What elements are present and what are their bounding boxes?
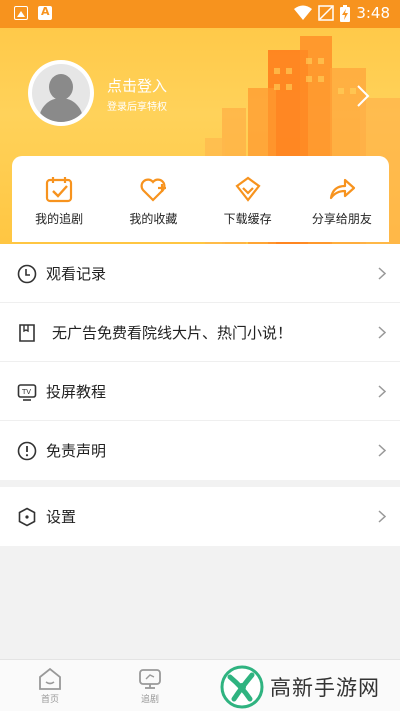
- chevron-right-icon: [378, 444, 386, 457]
- document-icon: [19, 324, 35, 342]
- menu-item-disclaimer[interactable]: 免责声明: [0, 421, 400, 480]
- menu-item-label: 无广告免费看院线大片、热门小说！: [52, 323, 293, 342]
- menu-item-label: 设置: [46, 508, 77, 526]
- settings-hexagon-icon: [18, 507, 36, 527]
- quick-item-label: 下载缓存: [223, 212, 272, 226]
- quick-item-label: 分享给朋友: [311, 212, 372, 226]
- watermark-text: 高新手游网: [270, 675, 380, 700]
- nav-label: 追剧: [140, 695, 159, 705]
- nav-item-home[interactable]: 首页: [20, 660, 80, 705]
- wifi-icon: [294, 5, 313, 20]
- chevron-right-icon[interactable]: [356, 84, 370, 108]
- login-title[interactable]: 点击登入: [107, 75, 167, 96]
- quick-item-favorites[interactable]: 我的收藏: [106, 156, 200, 242]
- image-notification-icon: [14, 6, 28, 20]
- menu-list: 观看记录 无广告免费看院线大片、热门小说！ TV 投屏教程 免责声明: [0, 244, 400, 480]
- status-bar: 3:48: [0, 0, 400, 28]
- battery-charging-icon: [340, 4, 351, 22]
- quick-item-my-follow[interactable]: 我的追剧: [12, 156, 106, 242]
- chevron-right-icon: [378, 385, 386, 398]
- tv-icon: TV: [17, 384, 37, 401]
- menu-item-no-ads[interactable]: 无广告免费看院线大片、热门小说！: [0, 303, 400, 362]
- chevron-right-icon: [378, 326, 386, 339]
- menu-item-label: 投屏教程: [46, 382, 107, 401]
- download-box-icon: [235, 176, 261, 202]
- quick-actions-card: 我的追剧 我的收藏 下载缓存 分享给朋友: [12, 156, 389, 242]
- quick-item-label: 我的收藏: [129, 212, 178, 226]
- site-watermark: 高新手游网: [220, 662, 400, 711]
- quick-item-share[interactable]: 分享给朋友: [295, 156, 389, 242]
- menu-item-cast[interactable]: TV 投屏教程: [0, 362, 400, 421]
- no-signal-icon: [318, 5, 335, 21]
- chevron-right-icon: [378, 510, 386, 523]
- nav-item-follow[interactable]: 追剧: [120, 660, 180, 705]
- share-arrow-icon: [329, 178, 355, 200]
- calendar-check-icon: [46, 177, 73, 203]
- settings-list: 设置: [0, 487, 400, 546]
- menu-item-history[interactable]: 观看记录: [0, 244, 400, 303]
- home-icon: [39, 667, 61, 690]
- status-time: 3:48: [356, 4, 390, 22]
- menu-item-label: 观看记录: [46, 264, 107, 283]
- nav-label: 首页: [40, 695, 59, 705]
- svg-text:TV: TV: [21, 388, 31, 396]
- a-notification-icon: [38, 5, 52, 20]
- menu-item-label: 免责声明: [46, 442, 107, 460]
- default-user-icon: [32, 64, 90, 122]
- menu-item-settings[interactable]: 设置: [0, 487, 400, 546]
- avatar[interactable]: [28, 60, 94, 126]
- watermark-logo-icon: [220, 665, 264, 708]
- login-subtitle: 登录后享特权: [107, 102, 167, 113]
- quick-item-downloads[interactable]: 下载缓存: [201, 156, 295, 242]
- alert-circle-icon: [17, 441, 37, 461]
- heart-plus-icon: [140, 178, 167, 202]
- clock-icon: [17, 264, 37, 284]
- chevron-right-icon: [378, 267, 386, 280]
- quick-item-label: 我的追剧: [35, 212, 84, 226]
- tv-screen-icon: [139, 669, 161, 689]
